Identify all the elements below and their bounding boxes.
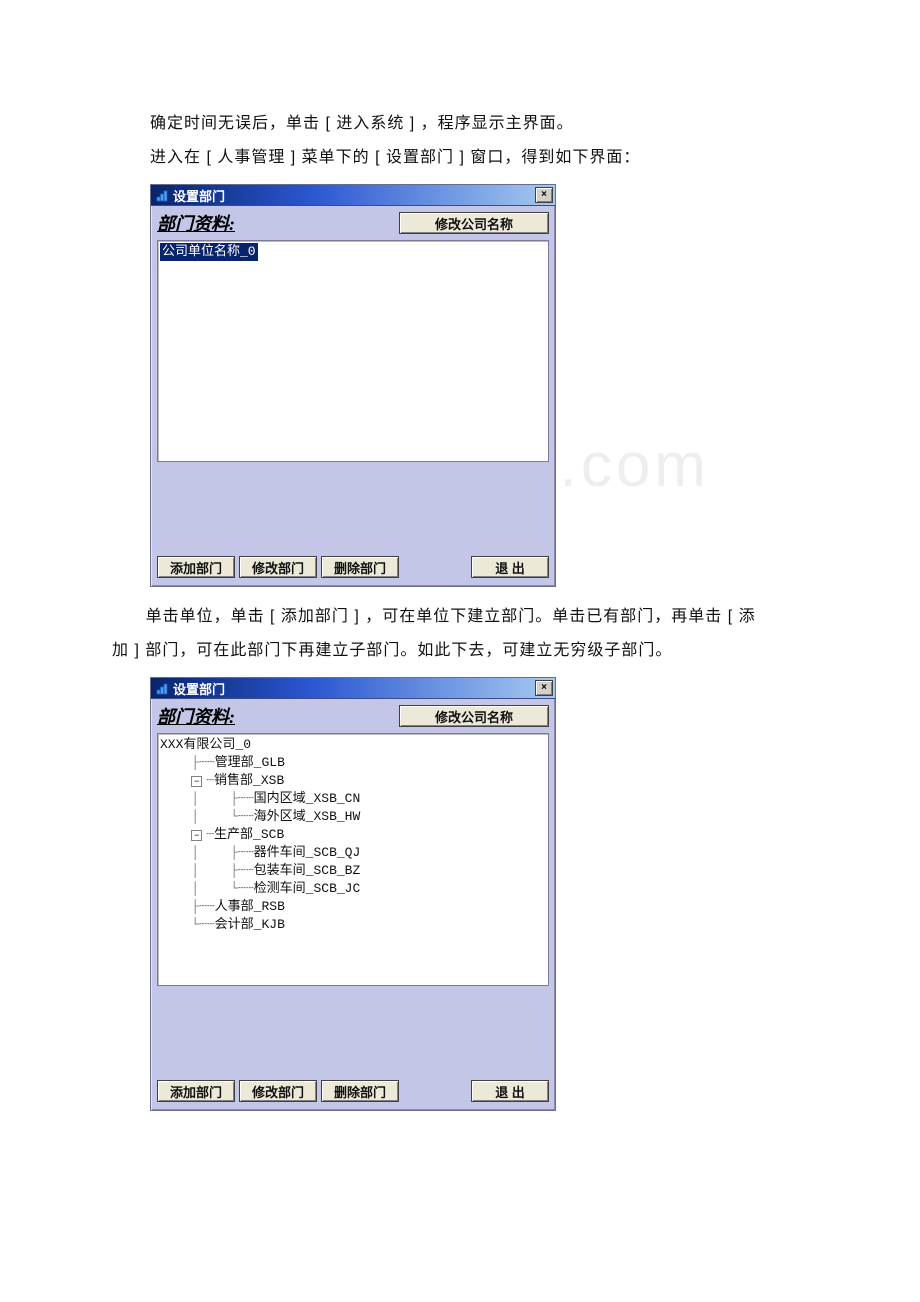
tree-node[interactable]: −┄生产部_SCB (160, 826, 546, 844)
edit-department-button[interactable]: 修改部门 (239, 556, 317, 578)
delete-department-button[interactable]: 删除部门 (321, 1080, 399, 1102)
tree-node-label: 包装车间_SCB_BZ (254, 862, 361, 880)
tree-node-label: 管理部_GLB (215, 754, 285, 772)
department-tree[interactable]: XXX有限公司_0 ├┄┄管理部_GLB −┄销售部_XSB │ ├┄┄国内区域… (157, 733, 549, 986)
tree-node[interactable]: −┄销售部_XSB (160, 772, 546, 790)
tree-node[interactable]: ├┄┄人事部_RSB (160, 898, 546, 916)
modify-company-button[interactable]: 修改公司名称 (399, 212, 549, 234)
tree-node[interactable]: │ ├┄┄器件车间_SCB_QJ (160, 844, 546, 862)
dialog-title: 设置部门 (173, 186, 535, 205)
spacer-area (157, 986, 549, 1076)
add-department-button[interactable]: 添加部门 (157, 1080, 235, 1102)
close-button[interactable]: × (535, 187, 553, 203)
doc-line-mid-b: 加 ] 部门，可在此部门下再建立子部门。如此下去，可建立无穷级子部门。 (112, 637, 810, 665)
dialog-2-holder: 设置部门 × 部门资料: 修改公司名称 XXX有限公司_0 ├┄┄管理部_GLB… (150, 677, 810, 1111)
dialog-1-holder: 设置部门 × 部门资料: 修改公司名称 公司单位名称_0 添加部门 修改部门 删 (150, 184, 810, 587)
tree-node-label: 会计部_KJB (215, 916, 285, 934)
doc-line-1: 确定时间无误后，单击 [ 进入系统 ] ，程序显示主界面。 (150, 110, 810, 138)
close-button[interactable]: × (535, 680, 553, 696)
expand-toggle-icon[interactable]: − (191, 776, 202, 787)
tree-root-selected[interactable]: 公司单位名称_0 (160, 243, 546, 261)
department-tree[interactable]: 公司单位名称_0 (157, 240, 549, 462)
tree-node-label: 国内区域_XSB_CN (254, 790, 361, 808)
app-icon (155, 188, 169, 202)
doc-line-2: 进入在 [ 人事管理 ] 菜单下的 [ 设置部门 ] 窗口，得到如下界面： (150, 144, 810, 172)
tree-node[interactable]: └┄┄会计部_KJB (160, 916, 546, 934)
delete-department-button[interactable]: 删除部门 (321, 556, 399, 578)
tree-node[interactable]: │ ├┄┄包装车间_SCB_BZ (160, 862, 546, 880)
doc-line-mid-a: 单击单位，单击 [ 添加部门 ] ，可在单位下建立部门。单击已有部门，再单击 [… (112, 603, 810, 631)
add-department-button[interactable]: 添加部门 (157, 556, 235, 578)
tree-node-label: 器件车间_SCB_QJ (254, 844, 361, 862)
department-info-label: 部门资料: (157, 703, 399, 729)
tree-node-label: 公司单位名称_0 (160, 243, 258, 261)
dialog-2: 设置部门 × 部门资料: 修改公司名称 XXX有限公司_0 ├┄┄管理部_GLB… (150, 677, 556, 1111)
dialog-title: 设置部门 (173, 679, 535, 698)
edit-department-button[interactable]: 修改部门 (239, 1080, 317, 1102)
modify-company-button[interactable]: 修改公司名称 (399, 705, 549, 727)
tree-node-label: 生产部_SCB (214, 826, 284, 844)
tree-node-label: 销售部_XSB (214, 772, 284, 790)
button-row: 添加部门 修改部门 删除部门 退 出 (157, 1076, 549, 1102)
spacer-area (157, 462, 549, 552)
tree-node-label: XXX有限公司_0 (160, 736, 251, 754)
expand-toggle-icon[interactable]: − (191, 830, 202, 841)
tree-node[interactable]: │ ├┄┄国内区域_XSB_CN (160, 790, 546, 808)
tree-node-root[interactable]: XXX有限公司_0 (160, 736, 546, 754)
tree-node[interactable]: │ └┄┄海外区域_XSB_HW (160, 808, 546, 826)
tree-node[interactable]: ├┄┄管理部_GLB (160, 754, 546, 772)
button-row: 添加部门 修改部门 删除部门 退 出 (157, 552, 549, 578)
dialog-1: 设置部门 × 部门资料: 修改公司名称 公司单位名称_0 添加部门 修改部门 删 (150, 184, 556, 587)
tree-node-label: 检测车间_SCB_JC (254, 880, 361, 898)
titlebar: 设置部门 × (151, 678, 555, 699)
exit-button[interactable]: 退 出 (471, 1080, 549, 1102)
tree-node[interactable]: │ └┄┄检测车间_SCB_JC (160, 880, 546, 898)
titlebar: 设置部门 × (151, 185, 555, 206)
tree-node-label: 人事部_RSB (215, 898, 285, 916)
tree-node-label: 海外区域_XSB_HW (254, 808, 361, 826)
app-icon (155, 681, 169, 695)
department-info-label: 部门资料: (157, 210, 399, 236)
exit-button[interactable]: 退 出 (471, 556, 549, 578)
